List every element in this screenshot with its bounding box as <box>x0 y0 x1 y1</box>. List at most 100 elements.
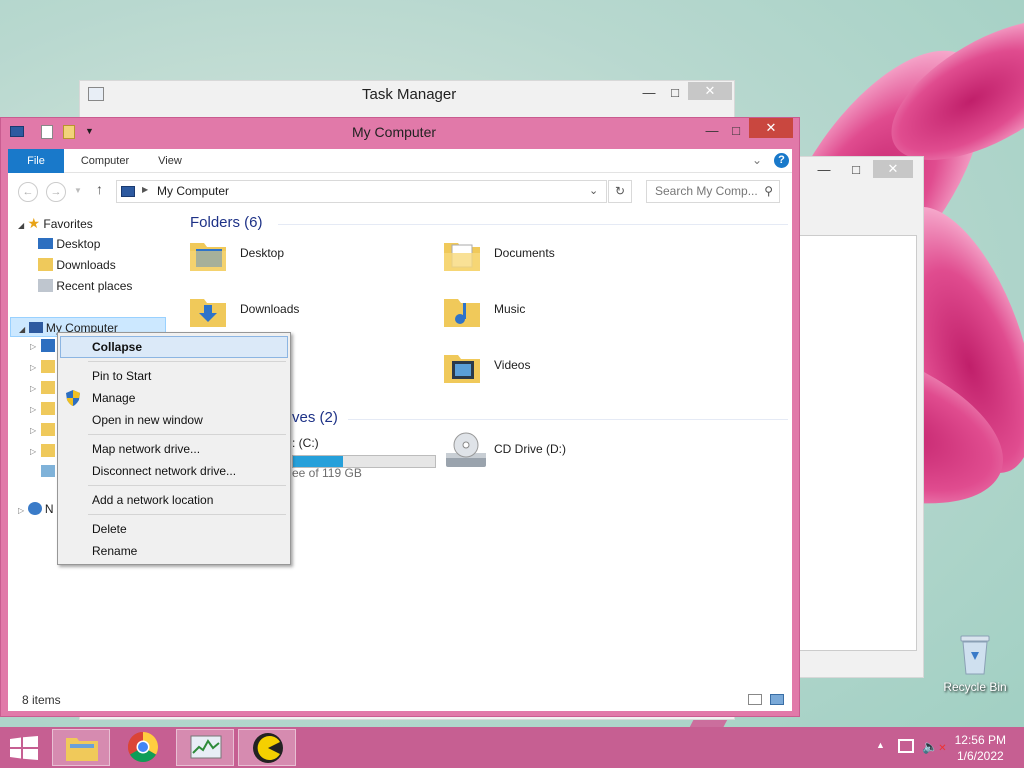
maximize-icon[interactable]: □ <box>662 83 688 101</box>
folder-tile-documents[interactable]: Documents <box>442 233 662 277</box>
quick-access-dropdown-icon[interactable]: ▼ <box>85 126 94 136</box>
expand-arrow-icon[interactable]: ▷ <box>30 405 36 414</box>
recent-locations-icon[interactable]: ▼ <box>74 186 82 195</box>
background-window[interactable]: — □ ✕ <box>792 156 924 678</box>
system-clock[interactable]: 12:56 PM 1/6/2022 <box>955 732 1006 764</box>
folder-label: Videos <box>494 358 531 372</box>
taskbar-task-manager[interactable] <box>176 729 234 766</box>
forward-button[interactable]: → <box>46 182 66 202</box>
star-icon: ★ <box>27 215 41 231</box>
windows-logo-icon <box>10 736 38 760</box>
address-bar-row: ← → ▼ ↑ ▶ My Computer ⌄ ↻ Search My Comp… <box>8 173 792 211</box>
background-window-content <box>797 235 917 651</box>
start-button[interactable] <box>10 736 38 760</box>
breadcrumb-separator-icon[interactable]: ▶ <box>142 185 148 194</box>
folder-tile-music[interactable]: Music <box>442 289 662 333</box>
folder-label: Desktop <box>240 246 285 260</box>
folder-icon <box>41 402 55 415</box>
taskbar-pacman-app[interactable] <box>238 729 296 766</box>
folder-icon <box>41 360 55 373</box>
details-view-icon[interactable] <box>748 694 762 705</box>
drives-group-header[interactable]: ves (2) <box>292 409 338 426</box>
drive-c-free: ee of 119 GB <box>292 466 362 480</box>
music-folder-icon <box>444 299 480 327</box>
menu-item-pin-to-start[interactable]: Pin to Start <box>60 365 288 387</box>
tab-computer[interactable]: Computer <box>70 149 140 173</box>
menu-item-open-new-window[interactable]: Open in new window <box>60 409 288 431</box>
folder-tile-downloads[interactable]: Downloads <box>188 289 408 333</box>
up-button[interactable]: ↑ <box>96 181 103 197</box>
recycle-bin-icon <box>960 635 990 675</box>
expand-arrow-icon[interactable]: ▷ <box>30 342 36 351</box>
tree-item-desktop[interactable]: Desktop <box>38 234 100 254</box>
folder-tile-desktop[interactable]: Desktop <box>188 233 408 277</box>
close-icon[interactable]: ✕ <box>688 82 732 100</box>
close-icon[interactable]: ✕ <box>873 160 913 178</box>
expand-arrow-icon[interactable]: ▷ <box>30 426 36 435</box>
maximize-icon[interactable]: □ <box>723 121 749 139</box>
expand-arrow-icon[interactable]: ▷ <box>18 506 24 515</box>
task-manager-icon <box>88 87 104 101</box>
refresh-button[interactable]: ↻ <box>608 180 632 203</box>
menu-item-delete[interactable]: Delete <box>60 518 288 540</box>
context-menu: Collapse Pin to Start Manage Open in new… <box>57 332 291 565</box>
quick-access-newfolder-icon[interactable] <box>63 125 75 139</box>
tree-item-downloads[interactable]: Downloads <box>38 255 116 275</box>
maximize-icon[interactable]: □ <box>843 161 869 177</box>
taskbar-chrome[interactable] <box>114 729 172 766</box>
tree-item-network[interactable]: ▷ N <box>18 499 54 519</box>
desktop-icon <box>38 238 53 249</box>
drive-tile-cd[interactable]: CD Drive (D:) <box>442 429 662 473</box>
menu-item-rename[interactable]: Rename <box>60 540 288 562</box>
computer-icon <box>28 322 43 333</box>
menu-item-label: Open in new window <box>92 413 203 427</box>
menu-item-map-network-drive[interactable]: Map network drive... <box>60 438 288 460</box>
drive-label: CD Drive (D:) <box>494 442 566 456</box>
recycle-bin[interactable]: Recycle Bin <box>942 632 1008 694</box>
taskbar: ▲ 🔈✕ 12:56 PM 1/6/2022 <box>0 727 1024 768</box>
folder-tile-videos[interactable]: Videos <box>442 345 662 389</box>
folder-label: Documents <box>494 246 555 260</box>
folder-icon <box>41 339 55 352</box>
tree-item-favorites[interactable]: ◢ ★ Favorites <box>18 213 93 233</box>
close-icon[interactable]: ✕ <box>749 118 793 138</box>
drive-c-label[interactable]: : (C:) <box>292 436 319 450</box>
taskbar-file-explorer[interactable] <box>52 729 110 766</box>
menu-item-collapse[interactable]: Collapse <box>60 336 288 358</box>
tree-item-recent-places[interactable]: Recent places <box>38 276 132 296</box>
menu-item-add-network-location[interactable]: Add a network location <box>60 489 288 511</box>
tab-file[interactable]: File <box>8 149 64 173</box>
expand-arrow-icon[interactable]: ▷ <box>30 384 36 393</box>
help-icon[interactable]: ? <box>774 153 789 168</box>
volume-muted-icon[interactable]: 🔈✕ <box>922 739 947 755</box>
minimize-icon[interactable]: — <box>699 121 725 139</box>
large-icons-view-icon[interactable] <box>770 694 784 705</box>
search-input[interactable]: Search My Comp... ⚲ <box>646 180 780 203</box>
address-input[interactable]: ▶ My Computer ⌄ <box>116 180 607 203</box>
menu-separator <box>88 514 286 515</box>
show-hidden-icons-icon[interactable]: ▲ <box>876 740 885 750</box>
network-tray-icon[interactable] <box>898 739 914 753</box>
documents-folder-icon <box>444 243 480 271</box>
expand-arrow-icon[interactable]: ◢ <box>18 221 24 230</box>
folder-label: Music <box>494 302 526 316</box>
quick-access-properties-icon[interactable] <box>41 125 53 139</box>
ribbon-expand-icon[interactable]: ⌄ <box>752 153 762 167</box>
minimize-icon[interactable]: — <box>636 83 662 101</box>
back-button[interactable]: ← <box>18 182 38 202</box>
tree-item-label: Recent places <box>56 279 133 293</box>
breadcrumb-my-computer[interactable]: My Computer <box>157 184 229 198</box>
menu-item-disconnect-network-drive[interactable]: Disconnect network drive... <box>60 460 288 482</box>
menu-item-manage[interactable]: Manage <box>60 387 288 409</box>
expand-arrow-icon[interactable]: ◢ <box>19 325 25 334</box>
clock-date: 1/6/2022 <box>956 749 1004 763</box>
tab-view[interactable]: View <box>148 149 192 173</box>
drive-icon <box>41 465 55 477</box>
expand-arrow-icon[interactable]: ▷ <box>30 363 36 372</box>
expand-arrow-icon[interactable]: ▷ <box>30 447 36 456</box>
folders-group-header[interactable]: Folders (6) <box>190 214 263 231</box>
address-dropdown-icon[interactable]: ⌄ <box>589 184 598 197</box>
minimize-icon[interactable]: — <box>811 161 837 177</box>
task-manager-icon <box>190 735 222 759</box>
menu-item-label: Rename <box>92 544 138 558</box>
